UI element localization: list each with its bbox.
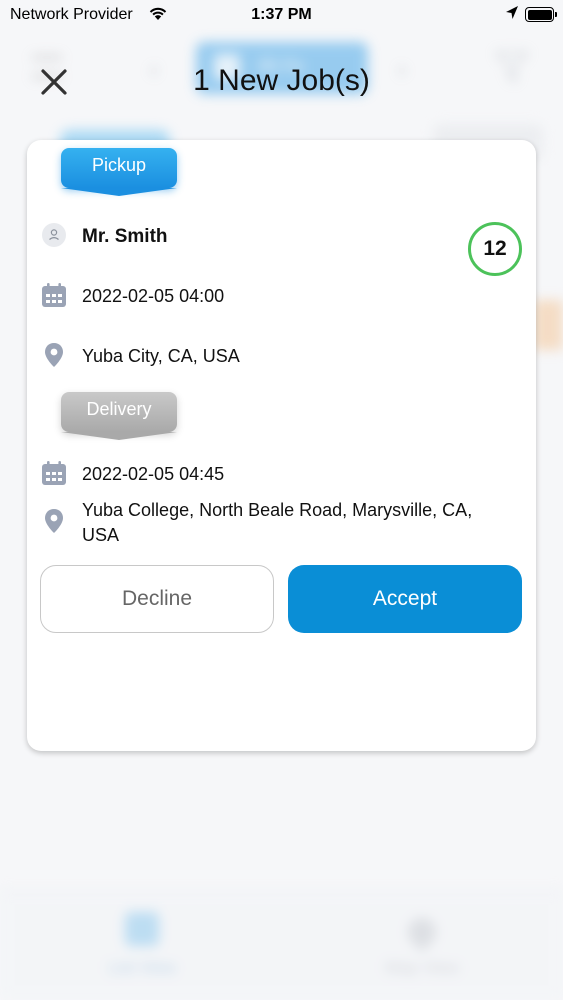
customer-row: Mr. Smith [41,223,516,249]
list-icon [125,912,159,946]
delivery-time-row: 2022-02-05 04:45 [41,461,516,487]
calendar-icon [42,461,66,485]
delivery-address-row: Yuba College, North Beale Road, Marysvil… [41,498,516,548]
delivery-address: Yuba College, North Beale Road, Marysvil… [82,500,473,545]
location-pin-icon [45,509,63,533]
decline-button[interactable]: Decline [40,565,274,633]
pickup-time-row: 2022-02-05 04:00 [41,283,516,309]
tab-label: Map View [384,958,460,977]
tab-map-view: Map View [342,912,502,978]
delivery-tag: Delivery [61,392,177,440]
user-icon [42,223,66,247]
accept-button[interactable]: Accept [288,565,522,633]
location-pin-icon [45,343,63,367]
pickup-datetime: 2022-02-05 04:00 [82,286,225,306]
status-bar: Network Provider 1:37 PM [0,0,563,30]
location-arrow-icon [506,6,518,19]
map-pin-icon [402,912,442,952]
calendar-icon [42,283,66,307]
modal-title: 1 New Job(s) [193,64,370,97]
tab-list-view: List View [62,912,222,978]
tab-label: List View [108,958,176,977]
clock: 1:37 PM [251,6,312,23]
job-card: Pickup Mr. Smith 12 2022-02-05 04:00 Yub… [27,140,536,751]
tab-bar: List View Map View [0,890,563,1000]
customer-name: Mr. Smith [82,226,168,247]
pickup-address: Yuba City, CA, USA [82,346,240,366]
delivery-datetime: 2022-02-05 04:45 [82,464,225,484]
battery-icon [525,7,557,22]
pickup-tag: Pickup [61,148,177,196]
job-count-badge: 12 [468,222,522,276]
pickup-address-row: Yuba City, CA, USA [41,343,516,369]
background-accent [533,300,563,350]
